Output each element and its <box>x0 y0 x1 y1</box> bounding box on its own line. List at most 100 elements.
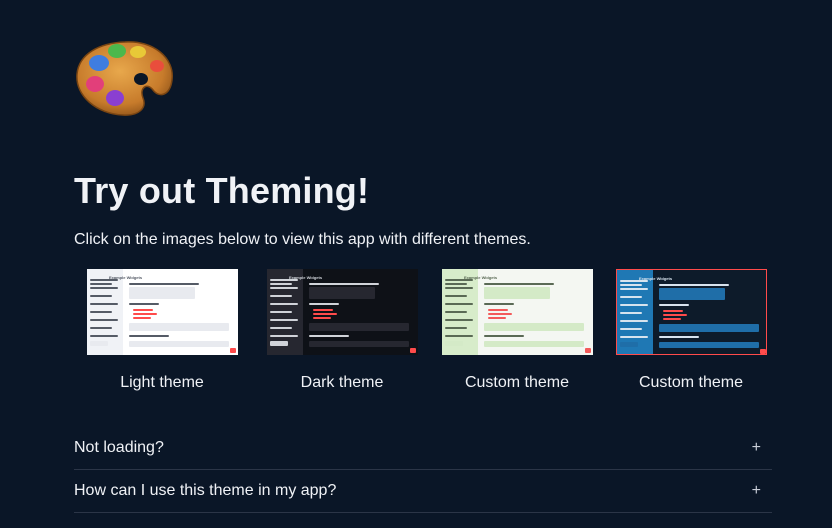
thumbnail-panel <box>309 287 375 299</box>
thumbnail-text-line <box>129 303 159 305</box>
thumbnail-input <box>309 341 409 347</box>
thumbnail-text-line <box>659 304 689 306</box>
thumbnail-text-line <box>90 311 112 313</box>
thumbnail-radio-line <box>488 309 508 311</box>
thumbnail-sidebar <box>442 269 478 355</box>
artist-palette-icon <box>73 38 177 118</box>
plus-icon[interactable]: + <box>752 438 761 458</box>
thumbnail-text-line <box>445 303 473 305</box>
thumbnail-text-line <box>90 327 112 329</box>
thumbnail-radio-line <box>313 313 337 315</box>
thumbnail-text-line <box>445 295 467 297</box>
thumbnail-text-line <box>129 283 199 285</box>
thumbnail-text-line <box>309 283 379 285</box>
thumbnail-radio-line <box>663 310 683 312</box>
thumbnail-input <box>129 341 229 347</box>
theme-thumbnail[interactable]: Example Widgets <box>87 269 238 355</box>
thumbnail-input <box>659 342 759 348</box>
thumbnail-text-line <box>620 284 642 286</box>
theme-thumbnail[interactable]: Example Widgets <box>442 269 593 355</box>
thumbnail-radio-line <box>313 309 333 311</box>
thumbnail-text-line <box>445 319 473 321</box>
app-page: Try out Theming! Click on the images bel… <box>0 0 832 528</box>
thumbnail-panel <box>484 287 550 299</box>
thumbnail-radio-line <box>488 317 506 319</box>
thumbnail-deploy-badge <box>760 349 766 354</box>
theme-preview-light[interactable]: Example Widgets <box>87 269 238 355</box>
thumbnail-radio-line <box>133 317 151 319</box>
thumbnail-text-line <box>445 287 473 289</box>
theme-preview-dark[interactable]: Example Widgets <box>267 269 418 355</box>
theme-label-custom-blue[interactable]: Custom theme <box>606 374 776 392</box>
thumbnail-input <box>309 323 409 331</box>
theme-label-custom-green[interactable]: Custom theme <box>432 374 602 392</box>
thumbnail-text-line <box>484 335 524 337</box>
thumbnail-text-line <box>620 320 648 322</box>
thumbnail-text-line <box>270 327 292 329</box>
thumbnail-text-line <box>270 311 292 313</box>
thumbnail-button <box>270 341 288 346</box>
thumbnail-text-line <box>620 312 642 314</box>
thumbnail-text-line <box>445 327 467 329</box>
thumbnail-input <box>484 323 584 331</box>
theme-preview-custom-green[interactable]: Example Widgets <box>442 269 593 355</box>
thumbnail-sidebar <box>87 269 123 355</box>
thumbnail-text-line <box>309 335 349 337</box>
thumbnail-text-line <box>270 287 298 289</box>
page-subtitle: Click on the images below to view this a… <box>74 231 531 248</box>
thumbnail-deploy-badge <box>410 348 416 353</box>
thumbnail-button <box>445 341 463 346</box>
expander-use-theme[interactable]: How can I use this theme in my app? + <box>74 471 772 513</box>
theme-label-dark[interactable]: Dark theme <box>257 374 427 392</box>
thumbnail-radio-line <box>488 313 512 315</box>
thumbnail-text-line <box>270 295 292 297</box>
thumbnail-text-line <box>445 311 467 313</box>
thumbnail-text-line <box>90 335 118 337</box>
thumbnail-text-line <box>620 336 648 338</box>
thumbnail-text-line <box>445 335 473 337</box>
thumbnail-text-line <box>620 328 642 330</box>
thumbnail-input <box>129 323 229 331</box>
thumbnail-text-line <box>620 304 648 306</box>
thumbnail-text-line <box>659 284 729 286</box>
thumbnail-text-line <box>90 303 118 305</box>
page-title: Try out Theming! <box>74 170 370 211</box>
thumbnail-text-line <box>445 283 467 285</box>
thumbnail-text-line <box>484 303 514 305</box>
thumbnail-deploy-badge <box>585 348 591 353</box>
thumbnail-text-line <box>90 295 112 297</box>
thumbnail-radio-line <box>133 313 157 315</box>
thumbnail-text-line <box>270 303 298 305</box>
thumbnail-radio-line <box>313 317 331 319</box>
theme-preview-custom-blue[interactable]: Example Widgets <box>616 269 767 355</box>
expander-not-loading[interactable]: Not loading? + <box>74 428 772 470</box>
thumbnail-text-line <box>620 288 648 290</box>
theme-thumbnail[interactable]: Example Widgets <box>267 269 418 355</box>
thumbnail-radio-line <box>663 314 687 316</box>
thumbnail-text-line <box>309 303 339 305</box>
thumbnail-text-line <box>270 319 298 321</box>
thumbnail-text-line <box>659 336 699 338</box>
theme-thumbnail[interactable]: Example Widgets <box>616 269 767 355</box>
thumbnail-text-line <box>620 296 642 298</box>
thumbnail-heading: Example Widgets <box>289 275 323 280</box>
thumbnail-input <box>484 341 584 347</box>
thumbnail-button <box>90 341 108 346</box>
thumbnail-heading: Example Widgets <box>464 275 498 280</box>
thumbnail-text-line <box>129 335 169 337</box>
thumbnail-text-line <box>90 283 112 285</box>
theme-gallery: Example Widgets Example Widgets Example … <box>87 269 767 399</box>
thumbnail-panel <box>659 288 725 300</box>
thumbnail-sidebar <box>617 270 653 354</box>
plus-icon[interactable]: + <box>752 481 761 501</box>
theme-label-light[interactable]: Light theme <box>77 374 247 392</box>
thumbnail-sidebar <box>267 269 303 355</box>
thumbnail-text-line <box>270 283 292 285</box>
thumbnail-text-line <box>90 287 118 289</box>
thumbnail-text-line <box>484 283 554 285</box>
expander-label: How can I use this theme in my app? <box>74 482 337 499</box>
thumbnail-text-line <box>90 319 118 321</box>
thumbnail-input <box>659 324 759 332</box>
thumbnail-radio-line <box>133 309 153 311</box>
thumbnail-deploy-badge <box>230 348 236 353</box>
